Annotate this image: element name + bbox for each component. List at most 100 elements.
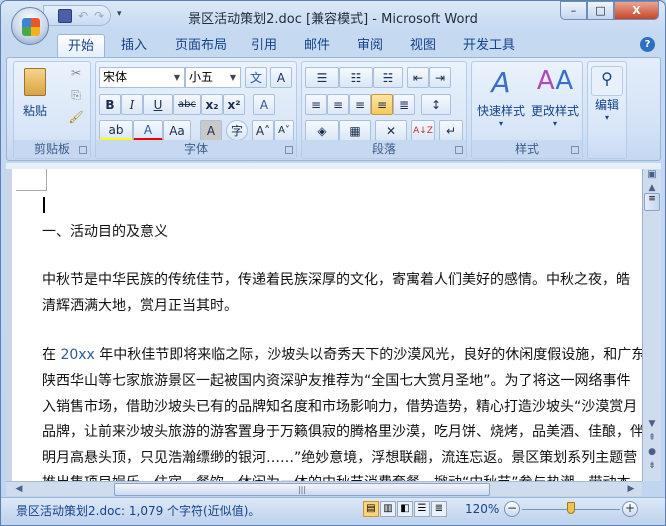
zoom-out-button[interactable]: −	[504, 501, 520, 517]
cut-icon[interactable]: ✂	[66, 66, 86, 80]
margin-corner-mark	[16, 169, 47, 191]
status-bar: 景区活动策划2.doc: 1,079 个字符(近似值)。 ▤ ▥ ◧ ☰ ≣ 1…	[1, 497, 665, 521]
font-group: 宋体 ▼ 小五 ▼ 文 A B I U abc x₂ x² A ab A Aa A …	[95, 61, 297, 159]
sort-button[interactable]: A↓Z	[411, 120, 435, 141]
zoom-in-button[interactable]: +	[622, 501, 638, 517]
subscript-button[interactable]: x₂	[201, 94, 223, 115]
line-spacing-button[interactable]: ↕	[421, 94, 451, 115]
word-count-status[interactable]: 景区活动策划2.doc: 1,079 个字符(近似值)。	[16, 502, 260, 519]
scroll-up-icon[interactable]: ▲	[643, 183, 661, 193]
vertical-scroll-thumb[interactable]: ≡	[644, 193, 660, 211]
draft-view-icon[interactable]: ≣	[431, 501, 447, 517]
paste-button[interactable]: 粘贴	[18, 66, 52, 132]
tab-review[interactable]: 审阅	[347, 34, 393, 58]
close-button[interactable]: X	[614, 1, 659, 20]
full-screen-reading-icon[interactable]: ▥	[380, 501, 396, 517]
next-page-icon[interactable]: ⇟	[643, 461, 661, 471]
editing-button[interactable]: ⚲ 编辑 ▾	[591, 66, 623, 122]
font-name-select[interactable]: 宋体 ▼	[99, 67, 185, 88]
office-button[interactable]	[11, 7, 49, 45]
text-line: 明月高悬头顶，只见浩瀚缥缈的银河……”绝妙意境，浮想联翩，流连忘返。景区策划系列…	[42, 450, 638, 466]
dialog-launcher-icon[interactable]	[79, 146, 87, 154]
minimize-button[interactable]: –	[560, 1, 587, 20]
tab-home[interactable]: 开始	[57, 34, 106, 58]
tab-view[interactable]: 视图	[400, 34, 446, 58]
change-case-button[interactable]: Aa	[163, 120, 191, 141]
heading-line: 一、活动目的及意义	[42, 224, 168, 240]
help-icon[interactable]: ?	[640, 37, 655, 52]
strikethrough-button[interactable]: abc	[173, 94, 201, 115]
shrink-font-button[interactable]: A˅	[274, 120, 294, 141]
char-border-button[interactable]: A	[270, 67, 292, 88]
ribbon-tabs: 开始 插入 页面布局 引用 邮件 审阅 视图 开发工具	[1, 31, 665, 58]
italic-button[interactable]: I	[121, 94, 143, 115]
grow-font-button[interactable]: A˄	[252, 120, 274, 141]
text-line: 入销售市场，借助沙坡头已有的品牌知名度和市场影响力，借势造势，精心打造沙坡头“沙…	[42, 399, 638, 415]
editing-label: 编辑	[594, 98, 619, 112]
styles-label: 样式	[472, 140, 582, 158]
dialog-launcher-icon[interactable]	[285, 146, 293, 154]
align-center-button[interactable]: ≡	[327, 94, 349, 115]
web-layout-icon[interactable]: ◧	[397, 501, 413, 517]
bold-button[interactable]: B	[99, 94, 121, 115]
horizontal-scroll-thumb[interactable]: |||	[114, 483, 490, 496]
zoom-slider-thumb[interactable]	[567, 502, 575, 514]
change-styles-button[interactable]: AA 更改样式 ▾	[528, 66, 582, 128]
browse-object-icon[interactable]: ●	[643, 447, 661, 457]
quick-styles-button[interactable]: A 快速样式 ▾	[474, 66, 528, 128]
align-right-button[interactable]: ≡	[349, 94, 371, 115]
ribbon: 粘贴 ✂ ⎘ 🖌 剪贴板 宋体 ▼ 小五 ▼ 文 A B I U abc x₂ x²…	[6, 57, 661, 161]
bullets-button[interactable]: ☰	[305, 67, 339, 88]
tab-developer[interactable]: 开发工具	[453, 34, 525, 58]
distributed-button[interactable]: ≣	[393, 94, 415, 115]
change-styles-icon: AA	[536, 66, 574, 96]
outline-view-icon[interactable]: ☰	[414, 501, 430, 517]
increase-indent-button[interactable]: ⇥	[429, 67, 451, 88]
text-line: 清辉洒满大地，赏月正当其时。	[42, 298, 238, 314]
horizontal-scrollbar[interactable]: ◀ ||| ▶	[6, 481, 642, 496]
scroll-left-icon[interactable]: ◀	[10, 484, 28, 494]
tab-insert[interactable]: 插入	[111, 34, 157, 58]
font-color-button[interactable]: A	[133, 120, 163, 141]
font-size-select[interactable]: 小五 ▼	[185, 67, 241, 88]
decrease-indent-button[interactable]: ⇤	[407, 67, 429, 88]
superscript-button[interactable]: x²	[223, 94, 245, 115]
highlight-button[interactable]: ab	[99, 120, 133, 141]
shading-button[interactable]: ◈	[305, 120, 339, 141]
dialog-launcher-icon[interactable]	[455, 146, 463, 154]
view-buttons: ▤ ▥ ◧ ☰ ≣	[363, 501, 447, 517]
show-marks-button[interactable]: ↵	[439, 120, 463, 141]
restore-button[interactable]: □	[587, 1, 614, 20]
phonetic-guide-button[interactable]: 文	[245, 67, 267, 88]
char-shading-button[interactable]: A	[200, 120, 222, 141]
tab-references[interactable]: 引用	[241, 34, 287, 58]
copy-icon[interactable]: ⎘	[66, 88, 86, 103]
clear-formatting-button[interactable]: A	[253, 94, 275, 115]
scroll-down-icon[interactable]: ▼	[643, 419, 661, 429]
text-line: 中秋节是中华民族的传统佳节，传递着民族深厚的文化，寄寓着人们美好的感情。中秋之夜…	[42, 272, 630, 288]
editing-group[interactable]: ⚲ 编辑 ▾	[587, 61, 627, 159]
tab-page-layout[interactable]: 页面布局	[165, 34, 237, 58]
align-left-button[interactable]: ≡	[305, 94, 327, 115]
multilevel-list-button[interactable]: ☵	[373, 67, 403, 88]
font-size-value: 小五	[189, 70, 214, 84]
paste-label: 粘贴	[22, 104, 47, 118]
dialog-launcher-icon[interactable]	[571, 146, 579, 154]
underline-button[interactable]: U	[143, 94, 173, 115]
format-painter-icon[interactable]: 🖌	[66, 110, 86, 124]
styles-group: A 快速样式 ▾ AA 更改样式 ▾ 样式	[471, 61, 583, 159]
view-ruler-icon[interactable]: ▣	[643, 169, 661, 180]
vertical-scrollbar[interactable]: ▣ ▲ ≡ ▼ ⇞ ● ⇟	[642, 169, 661, 481]
numbering-button[interactable]: ☷	[339, 67, 373, 88]
previous-page-icon[interactable]: ⇞	[643, 433, 661, 443]
print-layout-view-icon[interactable]: ▤	[363, 501, 379, 517]
scroll-right-icon[interactable]: ▶	[622, 484, 640, 494]
asian-layout-button[interactable]: ✕	[375, 120, 407, 141]
document-page[interactable]: 一、活动目的及意义 中秋节是中华民族的传统佳节，传递着民族深厚的文化，寄寓着人们…	[6, 169, 642, 481]
zoom-level[interactable]: 120%	[465, 502, 499, 516]
enclose-chars-button[interactable]: 字	[226, 120, 248, 141]
tab-mailings[interactable]: 邮件	[294, 34, 340, 58]
borders-button[interactable]: ▦	[339, 120, 371, 141]
justify-button[interactable]: ≡	[371, 94, 393, 115]
title-bar: ↶ ↷ ▾ 景区活动策划2.doc [兼容模式] - Microsoft Wor…	[1, 1, 665, 45]
